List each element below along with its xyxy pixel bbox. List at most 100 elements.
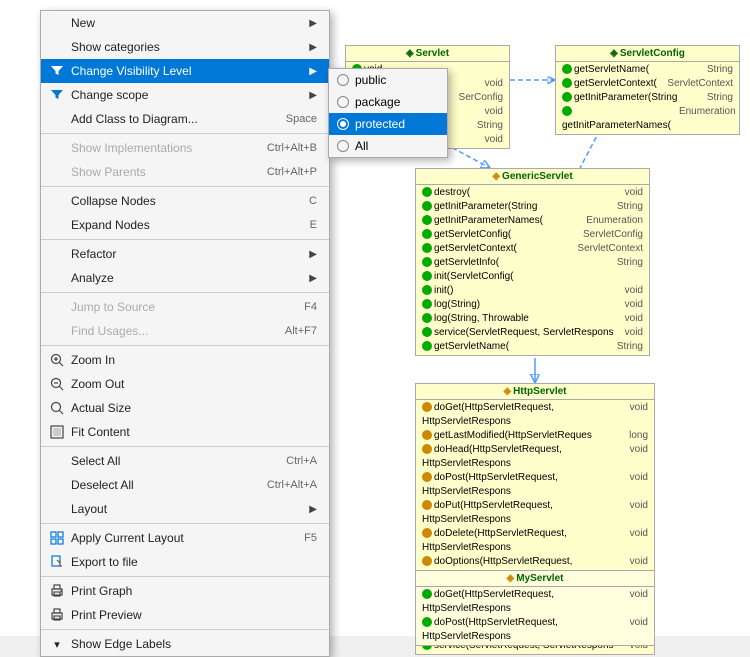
radio-package bbox=[337, 96, 349, 108]
menu-item-jump-source: Jump to Source F4 bbox=[41, 295, 329, 319]
submenu-item-public[interactable]: public bbox=[329, 69, 447, 91]
menu-item-layout[interactable]: Layout ▶ bbox=[41, 497, 329, 521]
submenu-item-all[interactable]: All bbox=[329, 135, 447, 157]
menu-item-fit-content[interactable]: Fit Content bbox=[41, 420, 329, 444]
menu-item-actual-size[interactable]: Actual Size bbox=[41, 396, 329, 420]
print-preview-icon bbox=[49, 607, 65, 623]
parents-icon bbox=[49, 164, 65, 180]
expand-icon bbox=[49, 217, 65, 233]
table-row: destroy(void bbox=[420, 186, 645, 200]
checkbox-icon: ▾ bbox=[49, 636, 65, 652]
table-row: getServletName(String bbox=[560, 63, 735, 77]
table-row: doHead(HttpServletRequest, HttpServletRe… bbox=[420, 443, 650, 471]
uml-class-myservlet: ◈MyServlet doGet(HttpServletRequest, Htt… bbox=[415, 570, 655, 646]
table-row: getServletInfo(String bbox=[420, 256, 645, 270]
table-row: getInitParameterNames(Enumeration bbox=[560, 105, 735, 133]
select-all-icon bbox=[49, 453, 65, 469]
table-row: getInitParameter(StringString bbox=[560, 91, 735, 105]
radio-public bbox=[337, 74, 349, 86]
arrow-icon: ▶ bbox=[309, 504, 317, 515]
analyze-icon bbox=[49, 270, 65, 286]
table-row: getServletName(String bbox=[420, 340, 645, 354]
radio-protected bbox=[337, 118, 349, 130]
export-icon bbox=[49, 554, 65, 570]
class-body-myservlet: doGet(HttpServletRequest, HttpServletRes… bbox=[416, 587, 654, 645]
table-row: doGet(HttpServletRequest, HttpServletRes… bbox=[420, 401, 650, 429]
find-icon bbox=[49, 323, 65, 339]
zoom-in-icon bbox=[49, 352, 65, 368]
layout-icon bbox=[49, 501, 65, 517]
refactor-icon bbox=[49, 246, 65, 262]
table-row: service(ServletRequest, ServletResponsvo… bbox=[420, 326, 645, 340]
separator bbox=[41, 345, 329, 346]
submenu-item-package[interactable]: package bbox=[329, 91, 447, 113]
submenu-item-protected[interactable]: protected bbox=[329, 113, 447, 135]
table-row: doDelete(HttpServletRequest, HttpServlet… bbox=[420, 527, 650, 555]
separator bbox=[41, 629, 329, 630]
class-header-genericservlet: ◈GenericServlet bbox=[416, 169, 649, 185]
implementations-icon bbox=[49, 140, 65, 156]
menu-item-change-scope[interactable]: Change scope ▶ bbox=[41, 83, 329, 107]
collapse-icon bbox=[49, 193, 65, 209]
class-body-genericservlet: destroy(void getInitParameter(StringStri… bbox=[416, 185, 649, 355]
table-row: doGet(HttpServletRequest, HttpServletRes… bbox=[420, 588, 650, 616]
separator bbox=[41, 239, 329, 240]
class-body-servletconfig: getServletName(String getServletContext(… bbox=[556, 62, 739, 134]
radio-all bbox=[337, 140, 349, 152]
table-row: doPost(HttpServletRequest, HttpServletRe… bbox=[420, 616, 650, 644]
separator bbox=[41, 186, 329, 187]
menu-item-zoom-in[interactable]: Zoom In bbox=[41, 348, 329, 372]
deselect-all-icon bbox=[49, 477, 65, 493]
table-row: getLastModified(HttpServletRequeslong bbox=[420, 429, 650, 443]
menu-item-deselect-all[interactable]: Deselect All Ctrl+Alt+A bbox=[41, 473, 329, 497]
table-row: getServletContext(ServletContext bbox=[560, 77, 735, 91]
table-row: getServletConfig(ServletConfig bbox=[420, 228, 645, 242]
table-row: doPost(HttpServletRequest, HttpServletRe… bbox=[420, 471, 650, 499]
menu-item-new[interactable]: New ▶ bbox=[41, 11, 329, 35]
menu-item-expand-nodes[interactable]: Expand Nodes E bbox=[41, 213, 329, 237]
arrow-icon: ▶ bbox=[309, 42, 317, 53]
table-row: getInitParameterNames(Enumeration bbox=[420, 214, 645, 228]
menu-item-add-class[interactable]: Add Class to Diagram... Space bbox=[41, 107, 329, 131]
table-row: init(ServletConfig( bbox=[420, 270, 645, 284]
menu-item-show-parents: Show Parents Ctrl+Alt+P bbox=[41, 160, 329, 184]
arrow-icon: ▶ bbox=[309, 249, 317, 260]
separator bbox=[41, 292, 329, 293]
actual-size-icon bbox=[49, 400, 65, 416]
visibility-submenu: public package protected All bbox=[328, 68, 448, 158]
menu-item-show-categories[interactable]: Show categories ▶ bbox=[41, 35, 329, 59]
separator bbox=[41, 523, 329, 524]
menu-item-collapse-nodes[interactable]: Collapse Nodes C bbox=[41, 189, 329, 213]
scope-filter-icon bbox=[49, 87, 65, 103]
filter-icon bbox=[49, 63, 65, 79]
class-header-myservlet: ◈MyServlet bbox=[416, 571, 654, 587]
menu-item-show-implementations: Show Implementations Ctrl+Alt+B bbox=[41, 136, 329, 160]
table-row: getServletContext(ServletContext bbox=[420, 242, 645, 256]
menu-item-change-visibility[interactable]: Change Visibility Level ▶ bbox=[41, 59, 329, 83]
menu-item-find-usages: Find Usages... Alt+F7 bbox=[41, 319, 329, 343]
menu-item-export-file[interactable]: Export to file bbox=[41, 550, 329, 574]
class-header-servletconfig: ◈ServletConfig bbox=[556, 46, 739, 62]
table-row: getInitParameter(StringString bbox=[420, 200, 645, 214]
context-menu: New ▶ Show categories ▶ Change Visibilit… bbox=[40, 10, 330, 657]
separator bbox=[41, 133, 329, 134]
arrow-icon: ▶ bbox=[309, 273, 317, 284]
separator bbox=[41, 576, 329, 577]
table-row: init()void bbox=[420, 284, 645, 298]
table-row: doPut(HttpServletRequest, HttpServletRes… bbox=[420, 499, 650, 527]
menu-item-zoom-out[interactable]: Zoom Out bbox=[41, 372, 329, 396]
new-icon bbox=[49, 15, 65, 31]
menu-item-print-graph[interactable]: Print Graph bbox=[41, 579, 329, 603]
menu-item-refactor[interactable]: Refactor ▶ bbox=[41, 242, 329, 266]
print-icon bbox=[49, 583, 65, 599]
menu-item-select-all[interactable]: Select All Ctrl+A bbox=[41, 449, 329, 473]
menu-item-analyze[interactable]: Analyze ▶ bbox=[41, 266, 329, 290]
arrow-icon: ▶ bbox=[309, 90, 317, 101]
class-header-servlet: ◈Servlet bbox=[346, 46, 509, 62]
class-header-httpservlet: ◈HttpServlet bbox=[416, 384, 654, 400]
separator bbox=[41, 446, 329, 447]
table-row: log(String, Throwablevoid bbox=[420, 312, 645, 326]
menu-item-apply-layout[interactable]: Apply Current Layout F5 bbox=[41, 526, 329, 550]
menu-item-print-preview[interactable]: Print Preview bbox=[41, 603, 329, 627]
uml-class-servletconfig: ◈ServletConfig getServletName(String get… bbox=[555, 45, 740, 135]
